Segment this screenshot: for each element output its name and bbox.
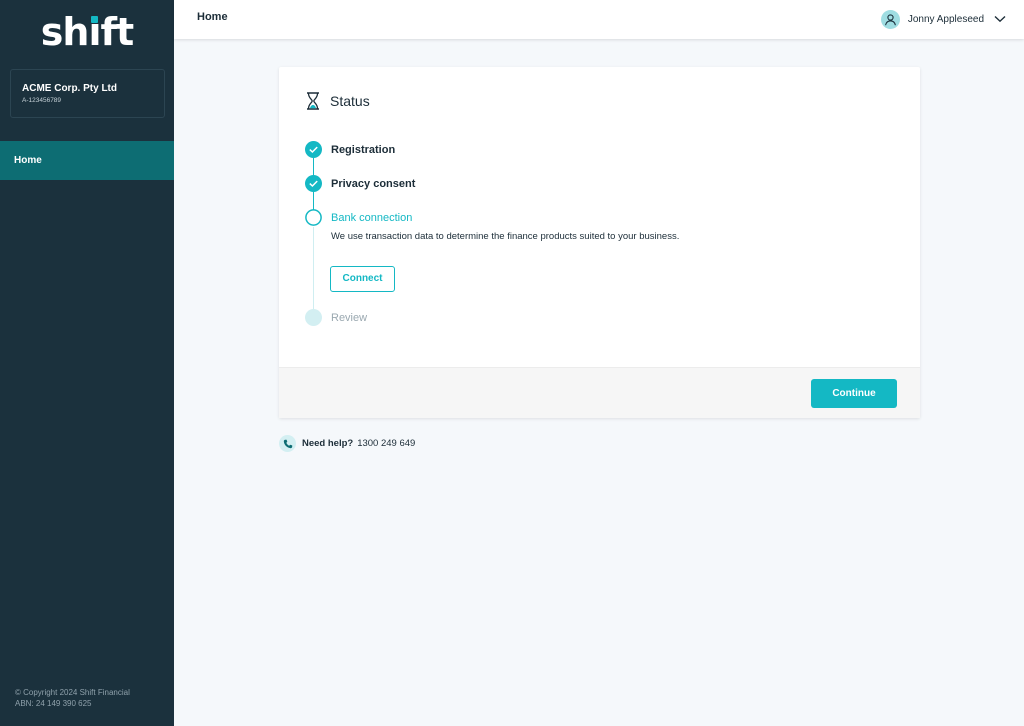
page-title: Home xyxy=(197,11,228,23)
continue-button[interactable]: Continue xyxy=(811,379,897,408)
help-phone-number[interactable]: 1300 249 649 xyxy=(357,438,415,449)
check-circle-icon xyxy=(305,141,322,158)
step-connector xyxy=(313,192,314,210)
check-circle-icon xyxy=(305,175,322,192)
card-footer: Continue xyxy=(279,367,920,418)
status-card: Status Registration Privacy consent Bank… xyxy=(279,67,920,418)
status-title: Status xyxy=(330,93,370,109)
organisation-id: A-123456789 xyxy=(22,97,62,104)
user-name: Jonny Appleseed xyxy=(907,13,984,25)
organisation-name: ACME Corp. Pty Ltd xyxy=(22,83,117,94)
user-menu[interactable]: Jonny Appleseed xyxy=(880,9,1006,29)
sidebar-item-home[interactable]: Home xyxy=(0,141,174,180)
copyright-text: © Copyright 2024 Shift Financial xyxy=(15,688,130,697)
bank-connection-description: We use transaction data to determine the… xyxy=(331,231,680,242)
step-privacy-consent: Privacy consent xyxy=(331,178,416,190)
pending-circle-icon xyxy=(305,309,322,326)
chevron-down-icon[interactable] xyxy=(994,10,1006,28)
organisation-card[interactable]: ACME Corp. Pty Ltd A-123456789 xyxy=(10,69,165,118)
step-bank-connection: Bank connection xyxy=(331,212,413,224)
step-review: Review xyxy=(331,312,368,324)
step-connector xyxy=(313,227,314,310)
sidebar: shıft ACME Corp. Pty Ltd A-123456789 Hom… xyxy=(0,0,174,726)
connect-button[interactable]: Connect xyxy=(330,266,395,292)
hourglass-icon xyxy=(307,92,319,110)
copyright-notice: © Copyright 2024 Shift Financial ABN: 24… xyxy=(15,687,130,709)
user-icon xyxy=(880,9,900,29)
phone-icon xyxy=(279,435,296,452)
shift-logo[interactable]: shıft xyxy=(0,10,174,54)
empty-circle-icon xyxy=(305,209,322,226)
help-line: Need help? 1300 249 649 xyxy=(279,435,415,452)
top-bar: Home Jonny Appleseed xyxy=(174,0,1024,39)
abn-text: ABN: 24 149 390 625 xyxy=(15,699,92,708)
step-registration: Registration xyxy=(331,144,396,156)
help-label: Need help? xyxy=(302,438,354,449)
